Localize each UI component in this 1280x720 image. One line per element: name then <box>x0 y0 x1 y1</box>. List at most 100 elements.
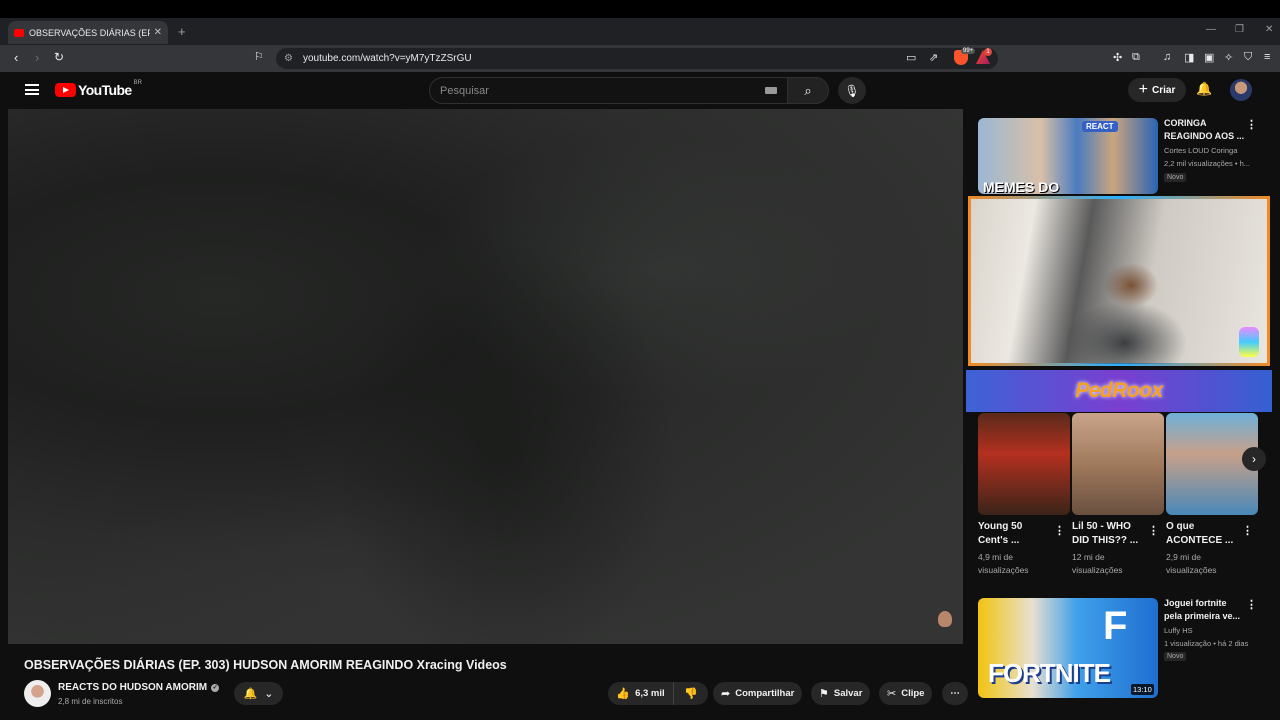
banner-text: PedRoox <box>1075 379 1163 402</box>
shorts-next-button[interactable]: › <box>1242 447 1266 471</box>
title-line: O que <box>1166 521 1195 532</box>
wallet-icon[interactable]: ▣ <box>1204 51 1214 64</box>
thumbs-down-icon: 👎 <box>684 688 698 700</box>
like-button[interactable]: 👍 6,3 mil <box>608 682 674 705</box>
more-vertical-icon[interactable]: ⋮ <box>1242 524 1253 537</box>
tab-search-icon[interactable]: ⧉ <box>1132 51 1140 64</box>
recommended-video-channel[interactable]: Cortes LOUD Coringa <box>1164 145 1237 157</box>
recommended-video-meta: 2,2 mil visualizações • h... <box>1164 159 1250 168</box>
share-button[interactable]: ➦ Compartilhar <box>713 682 803 705</box>
share-page-icon[interactable]: ⇗ <box>929 51 938 64</box>
subscription-notifications-button[interactable]: 🔔 ⌄ <box>234 682 283 705</box>
media-icon[interactable]: ♫ <box>1163 51 1171 63</box>
window-close-button[interactable]: ✕ <box>1265 24 1273 35</box>
notifications-bell-icon[interactable]: 🔔 <box>1196 81 1212 97</box>
share-label: Compartilhar <box>735 688 795 699</box>
fortnite-video-title[interactable]: Joguei fortnite pela primeira ve... <box>1164 597 1240 623</box>
keyboard-icon[interactable] <box>765 87 777 94</box>
create-button[interactable]: + Criar <box>1128 78 1186 102</box>
more-actions-button[interactable]: ⋯ <box>942 682 968 705</box>
bell-icon: 🔔 <box>243 688 258 700</box>
title-line: CORINGA <box>1164 118 1207 128</box>
sidebar-icon[interactable]: ◨ <box>1184 51 1194 64</box>
rgb-lamp <box>1239 327 1259 357</box>
title-line: Cent's ... <box>978 535 1020 546</box>
tab-title: OBSERVAÇÕES DIÁRIAS (EP. 303 <box>29 27 150 38</box>
maximize-button[interactable]: ❐ <box>1235 24 1244 35</box>
bookmark-icon[interactable]: ⚐ <box>254 50 264 63</box>
video-player[interactable] <box>8 109 963 644</box>
webcam-overlay <box>968 196 1270 366</box>
back-icon[interactable]: ‹ <box>14 50 18 65</box>
short-views-3: 2,9 mi de visualizações <box>1166 551 1217 577</box>
new-badge: Novo <box>1164 652 1187 661</box>
search-placeholder: Pesquisar <box>440 84 489 97</box>
player-overlay-avatar <box>938 611 952 627</box>
short-views-2: 12 mi de visualizações <box>1072 551 1123 577</box>
short-title-1[interactable]: Young 50 Cent's ... <box>978 520 1022 548</box>
tab-close-icon[interactable]: ✕ <box>154 27 162 38</box>
more-vertical-icon[interactable]: ⋮ <box>1148 524 1159 537</box>
search-input[interactable]: Pesquisar <box>429 77 787 104</box>
more-vertical-icon[interactable]: ⋮ <box>1246 118 1257 131</box>
guide-menu-icon[interactable] <box>25 84 39 95</box>
fortnite-video-meta: 1 visualização • há 2 dias <box>1164 639 1249 648</box>
vpn-icon[interactable]: ⛉ <box>1244 51 1252 64</box>
thumbs-up-icon: 👍 <box>616 688 631 700</box>
thumb-react-tag: REACT <box>1082 121 1118 132</box>
voice-search-button[interactable]: 🎙 <box>838 77 866 104</box>
search-button[interactable]: ⌕ <box>787 77 829 104</box>
recommended-video-title[interactable]: CORINGA REAGINDO AOS ... <box>1164 117 1244 142</box>
short-title-2[interactable]: Lil 50 - WHO DID THIS?? ... <box>1072 520 1138 548</box>
video-title: OBSERVAÇÕES DIÁRIAS (EP. 303) HUDSON AMO… <box>24 658 507 672</box>
more-vertical-icon[interactable]: ⋮ <box>1246 598 1257 611</box>
browser-tab-strip: OBSERVAÇÕES DIÁRIAS (EP. 303 ✕ + — ❐ ✕ <box>0 18 1280 45</box>
clip-button[interactable]: ✂ Clipe <box>879 682 933 705</box>
fortnite-video-thumbnail[interactable]: F FORTNITE 13:10 <box>978 598 1158 698</box>
browser-tab-active[interactable]: OBSERVAÇÕES DIÁRIAS (EP. 303 ✕ <box>8 21 168 44</box>
shields-count-badge: 99+ <box>961 48 976 54</box>
title-line: DID THIS?? ... <box>1072 535 1139 546</box>
mic-icon: 🎙 <box>844 83 860 98</box>
streamer-banner: PedRoox <box>966 370 1272 412</box>
save-button[interactable]: ⚑ Salvar <box>811 682 871 705</box>
reload-icon[interactable]: ↻ <box>54 50 64 64</box>
address-bar[interactable]: ⚙ youtube.com/watch?v=yM7yTzZSrGU <box>276 48 998 69</box>
recommended-video-thumbnail[interactable]: REACT MEMES DO <box>978 118 1158 194</box>
site-info-icon[interactable]: ⚙ <box>284 53 293 64</box>
fortnite-video-channel[interactable]: Luffy HS <box>1164 625 1193 637</box>
logo-wordmark: YouTube <box>78 82 132 98</box>
menu-icon[interactable]: ≡ <box>1264 51 1270 63</box>
like-count: 6,3 mil <box>635 688 665 699</box>
url-text: youtube.com/watch?v=yM7yTzZSrGU <box>302 53 472 64</box>
new-badge: Novo <box>1164 173 1187 182</box>
extensions-icon[interactable]: ✣ <box>1113 51 1122 64</box>
like-dislike-group: 👍 6,3 mil 👎 <box>608 682 708 705</box>
short-thumbnail-1[interactable] <box>978 413 1070 515</box>
dislike-button[interactable]: 👎 <box>674 687 708 700</box>
channel-avatar[interactable] <box>24 680 51 707</box>
channel-name[interactable]: REACTS DO HUDSON AMORIM ✓ <box>58 682 220 693</box>
forward-icon[interactable]: › <box>35 50 39 65</box>
thumb-letter: F <box>1103 604 1128 648</box>
short-title-3[interactable]: O que ACONTECE ... <box>1166 520 1233 548</box>
minimize-button[interactable]: — <box>1206 24 1216 35</box>
scissors-icon: ✂ <box>887 688 897 700</box>
youtube-logo[interactable]: YouTube BR <box>55 80 142 98</box>
views-line: 2,9 mi de <box>1166 552 1201 562</box>
subscriber-count: 2,8 mi de inscritos <box>58 697 123 706</box>
browser-toolbar: ‹ › ↻ ⚐ ⚙ youtube.com/watch?v=yM7yTzZSrG… <box>0 45 1280 72</box>
more-vertical-icon[interactable]: ⋮ <box>1054 524 1065 537</box>
views-line: 12 mi de <box>1072 552 1105 562</box>
os-top-bar <box>0 0 1280 18</box>
thumb-text: FORTNITE <box>988 658 1111 688</box>
cast-icon[interactable]: ▭ <box>906 51 916 64</box>
leo-ai-icon[interactable]: ✧ <box>1224 51 1233 64</box>
account-avatar[interactable] <box>1230 79 1252 101</box>
short-thumbnail-2[interactable] <box>1072 413 1164 515</box>
new-tab-button[interactable]: + <box>178 24 186 39</box>
search-icon: ⌕ <box>804 82 812 98</box>
youtube-favicon-icon <box>14 28 24 37</box>
share-icon: ➦ <box>721 688 731 700</box>
chevron-down-icon: ⌄ <box>264 688 274 700</box>
